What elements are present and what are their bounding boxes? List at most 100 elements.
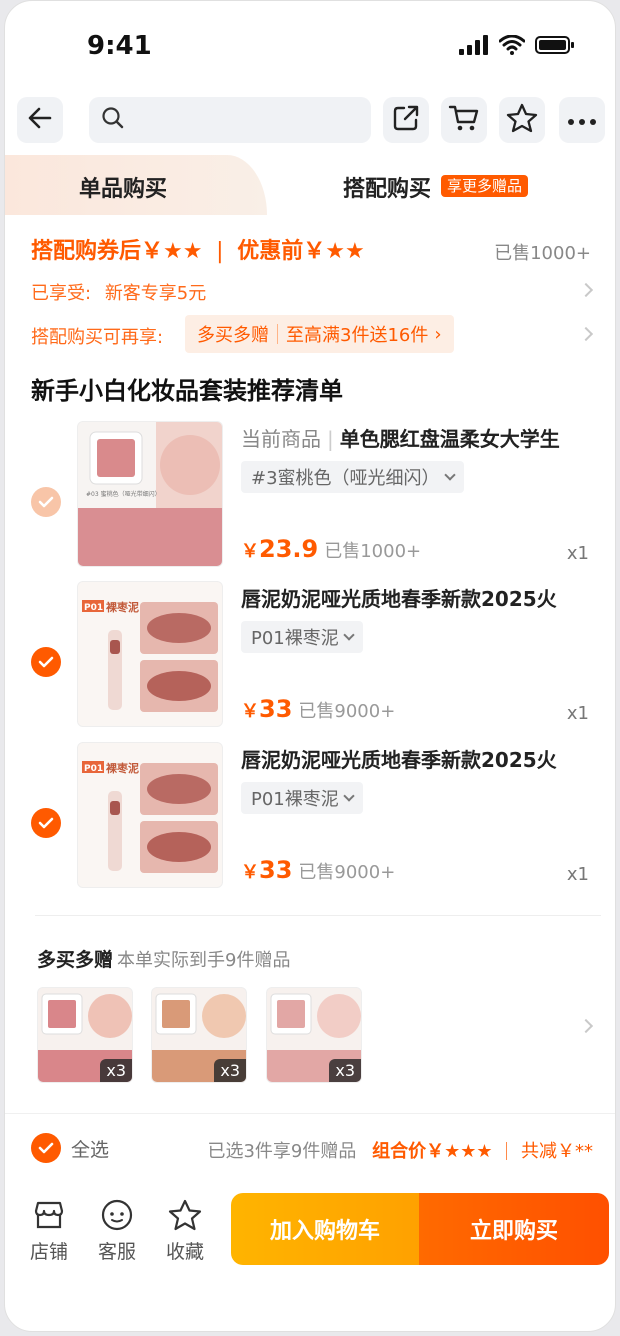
item-checkbox[interactable] — [31, 487, 61, 517]
variant-selector[interactable]: P01裸枣泥 — [241, 621, 363, 653]
buy-now-button[interactable]: 立即购买 — [419, 1193, 609, 1265]
list-item: #03 蜜桃色（哑光带细闪） 当前商品 | 单色腮红盘温柔女大学生 #3蜜桃色（哑光… — [5, 421, 615, 571]
svg-text:P01: P01 — [84, 764, 103, 774]
arrow-left-icon — [26, 104, 54, 136]
variant-label: #3蜜桃色（哑光细闪） — [251, 468, 440, 489]
promo-divider — [277, 324, 278, 344]
store-button[interactable]: 店铺 — [21, 1197, 77, 1264]
product-image-lip-mud[interactable]: P01 裸枣泥 — [77, 581, 223, 727]
item-checkbox[interactable] — [31, 808, 61, 838]
price-separator: | — [216, 239, 224, 264]
gift-section-title: 多买多赠 本单实际到手9件赠品 — [37, 945, 290, 972]
gift-qty: x3 — [214, 1059, 246, 1082]
enjoyed-value: 新客专享5元 — [104, 283, 207, 304]
order-summary: 已选3件享9件赠品 组合价￥★★★ 共减￥** — [207, 1137, 593, 1163]
currency-symbol: ￥ — [241, 862, 259, 883]
favorite-label: 收藏 — [165, 1241, 204, 1263]
chevron-down-icon — [343, 790, 355, 802]
product-image-lip-mud[interactable]: P01 裸枣泥 — [77, 742, 223, 888]
status-bar: 9:41 — [5, 1, 615, 85]
summary-divider — [506, 1142, 508, 1160]
chevron-right-icon[interactable] — [578, 282, 594, 298]
current-item-tag: 当前商品 — [241, 427, 321, 451]
gift-qty: x3 — [100, 1059, 132, 1082]
promo-gift-rule: 至高满3件送16件 — [286, 325, 429, 346]
favorite-nav-button[interactable] — [499, 97, 545, 143]
product-qty: x1 — [566, 864, 589, 885]
chevron-right-icon[interactable] — [578, 1018, 594, 1034]
svg-text:P01: P01 — [84, 603, 103, 613]
product-title[interactable]: 唇泥奶泥哑光质地春季新款2025火 — [241, 744, 557, 773]
service-button[interactable]: 客服 — [89, 1197, 145, 1264]
more-icon — [567, 111, 597, 130]
before-discount-price: 优惠前￥★★ — [237, 239, 365, 264]
more-button[interactable] — [559, 97, 605, 143]
selected-info: 已选3件享9件赠品 — [207, 1141, 357, 1162]
variant-label: P01裸枣泥 — [251, 789, 339, 810]
search-input[interactable] — [89, 97, 371, 143]
product-name: 单色腮红盘温柔女大学生 — [339, 427, 560, 451]
enjoyed-label: 已享受: — [31, 283, 92, 304]
share-button[interactable] — [383, 97, 429, 143]
top-nav — [5, 93, 615, 149]
wifi-icon — [498, 34, 526, 59]
gift-item[interactable]: x3 — [266, 987, 362, 1083]
section-title: 新手小白化妆品套装推荐清单 — [31, 377, 343, 405]
cart-button[interactable] — [441, 97, 487, 143]
tab-bundle[interactable]: 搭配购买 — [343, 171, 431, 203]
gift-swatch — [277, 1000, 305, 1028]
signal-icon — [459, 35, 489, 59]
after-coupon-price: 搭配购券后￥★★ — [31, 239, 203, 264]
variant-selector[interactable]: P01裸枣泥 — [241, 782, 363, 814]
divider — [35, 915, 601, 916]
promo-buy-more: 多买多赠 — [197, 325, 269, 346]
search-icon — [101, 106, 125, 134]
gift-swatch — [48, 1000, 76, 1028]
select-all-toggle[interactable]: 全选 — [31, 1133, 109, 1163]
variant-label: P01裸枣泥 — [251, 628, 339, 649]
currency-symbol: ￥ — [241, 701, 259, 722]
bundle-price-header: 搭配购券后￥★★ | 优惠前￥★★ — [31, 233, 365, 265]
sold-count: 已售1000+ — [494, 243, 591, 264]
product-title[interactable]: 当前商品 | 单色腮红盘温柔女大学生 — [241, 423, 560, 452]
system-icons — [459, 34, 575, 59]
phone-screen: 9:41 单品购买 搭配购买 享更多赠品 搭配购券后￥★★ | 优惠前￥★★ 已… — [4, 0, 616, 1332]
check-icon — [38, 493, 54, 512]
list-item: P01 裸枣泥 唇泥奶泥哑光质地春季新款2025火 P01裸枣泥 ￥33 已售90… — [5, 742, 615, 892]
total-saving: 共减￥** — [521, 1141, 593, 1162]
back-button[interactable] — [17, 97, 63, 143]
store-label: 店铺 — [29, 1241, 68, 1263]
product-sold: 已售9000+ — [298, 862, 396, 883]
add-to-cart-button[interactable]: 加入购物车 — [231, 1193, 419, 1265]
chevron-right-icon[interactable] — [578, 326, 594, 342]
tab-single-label[interactable]: 单品购买 — [79, 171, 167, 203]
favorite-button[interactable]: 收藏 — [157, 1197, 213, 1264]
variant-selector[interactable]: #3蜜桃色（哑光细闪） — [241, 461, 464, 493]
product-sold: 已售1000+ — [324, 541, 422, 562]
store-icon — [21, 1197, 77, 1233]
status-time: 9:41 — [87, 31, 152, 61]
price-value: 33 — [259, 856, 293, 884]
currency-symbol: ￥ — [241, 541, 259, 562]
gift-qty: x3 — [329, 1059, 361, 1082]
gift-item[interactable]: x3 — [37, 987, 133, 1083]
product-image-blush[interactable]: #03 蜜桃色（哑光带细闪） — [77, 421, 223, 567]
product-title[interactable]: 唇泥奶泥哑光质地春季新款2025火 — [241, 583, 557, 612]
battery-icon — [535, 35, 575, 59]
price-value: 23.9 — [259, 535, 319, 563]
list-item: P01 裸枣泥 唇泥奶泥哑光质地春季新款2025火 P01裸枣泥 ￥33 已售90… — [5, 581, 615, 731]
enjoyed-discount-row[interactable]: 已享受: 新客专享5元 — [31, 279, 206, 305]
divider — [5, 1113, 615, 1114]
combo-price: 组合价￥★★★ — [372, 1141, 493, 1162]
promo-pill[interactable]: 多买多赠 至高满3件送16件 › — [185, 315, 454, 353]
item-checkbox[interactable] — [31, 647, 61, 677]
select-all-checkbox[interactable] — [31, 1133, 61, 1163]
share-icon — [391, 103, 421, 137]
check-icon — [38, 814, 54, 833]
tab-bundle-badge: 享更多赠品 — [441, 175, 529, 197]
product-price: ￥33 已售9000+ — [241, 695, 395, 723]
star-icon — [506, 103, 538, 137]
check-icon — [38, 1137, 54, 1159]
gift-item[interactable]: x3 — [151, 987, 247, 1083]
purchase-tabs: 单品购买 搭配购买 享更多赠品 — [5, 155, 615, 215]
